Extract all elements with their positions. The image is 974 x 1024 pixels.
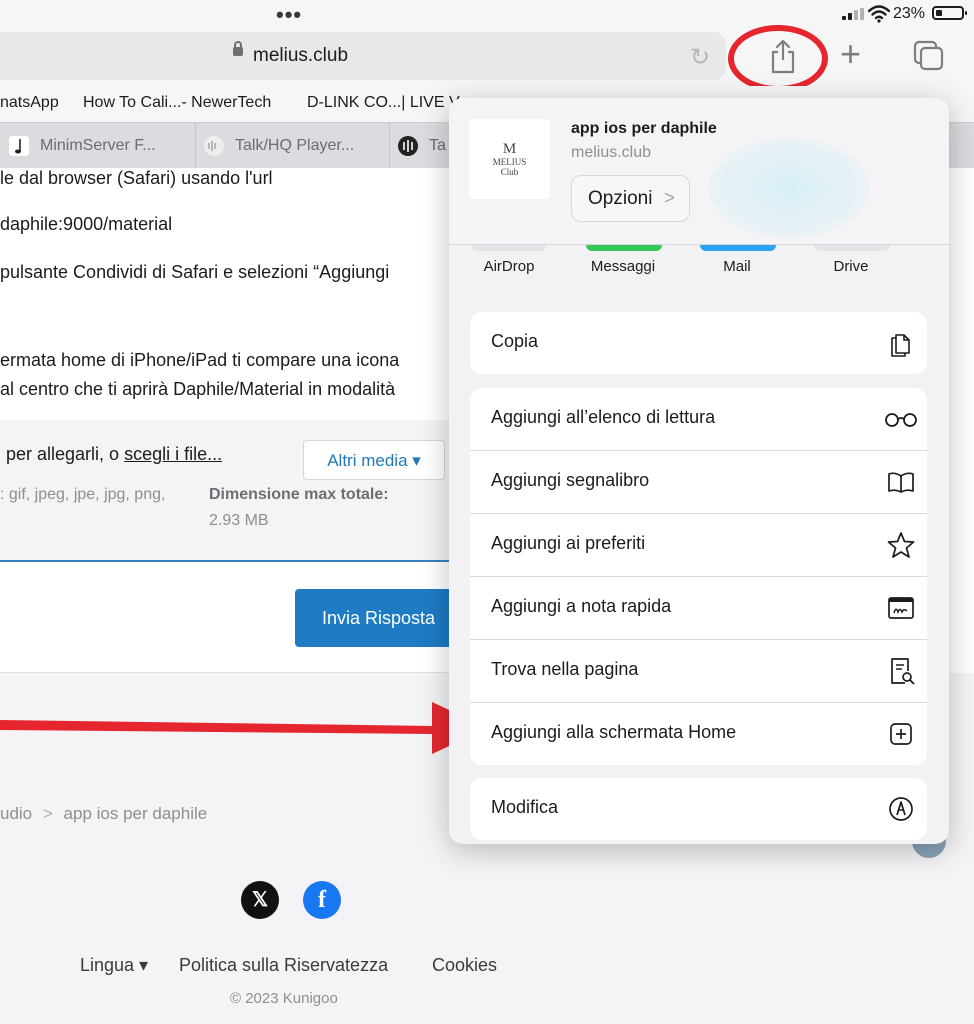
battery-icon xyxy=(932,6,967,20)
action-label: Aggiungi ai preferiti xyxy=(491,533,646,553)
share-app-label[interactable]: Drive xyxy=(801,258,901,275)
add-bookmark-action[interactable]: Aggiungi segnalibro xyxy=(470,451,927,514)
action-label: Aggiungi alla schermata Home xyxy=(491,722,737,742)
breadcrumb-parent[interactable]: udio xyxy=(0,804,32,823)
audio-icon xyxy=(204,136,224,156)
max-size-value: 2.93 MB xyxy=(209,512,269,529)
header-glow xyxy=(709,138,869,238)
add-favorites-action[interactable]: Aggiungi ai preferiti xyxy=(470,514,927,577)
tab-overview-icon[interactable] xyxy=(913,40,945,72)
browser-tab[interactable]: Talk/HQ Player... xyxy=(195,123,390,169)
action-label: Modifica xyxy=(491,797,559,817)
copy-action-group: Copia xyxy=(470,312,927,374)
breadcrumb: udio > app ios per daphile xyxy=(0,804,207,824)
share-sheet-header: M MELIUS Club app ios per daphile melius… xyxy=(449,98,949,244)
battery-level-fill xyxy=(936,10,942,16)
book-icon xyxy=(888,472,914,493)
share-highlight-circle xyxy=(728,25,828,92)
share-subtitle: melius.club xyxy=(571,144,652,161)
add-reading-list-action[interactable]: Aggiungi all’elenco di lettura xyxy=(470,388,927,451)
add-square-icon xyxy=(890,723,912,745)
reload-icon[interactable]: ↻ xyxy=(690,43,710,72)
choose-files-link[interactable]: scegli i file... xyxy=(124,444,222,464)
allowed-types: : gif, jpeg, jpe, jpg, png, xyxy=(0,486,166,503)
post-text-line: pulsante Condividi di Safari e selezioni… xyxy=(0,262,390,282)
drive-icon[interactable] xyxy=(814,245,890,251)
post-text-line: daphile:9000/material xyxy=(0,214,173,234)
action-label: Copia xyxy=(491,331,539,351)
red-pointer-arrow xyxy=(0,702,488,754)
copy-action[interactable]: Copia xyxy=(470,312,927,374)
add-to-home-screen-action[interactable]: Aggiungi alla schermata Home xyxy=(470,703,927,765)
quick-note-icon xyxy=(888,597,914,619)
find-in-page-icon xyxy=(891,658,915,685)
attachment-area: per allegarli, o scegli i file... Altri … xyxy=(0,420,460,562)
airdrop-icon[interactable] xyxy=(471,245,547,251)
submit-row: Invia Risposta xyxy=(0,562,460,673)
post-text-line: ermata home di iPhone/iPad ti compare un… xyxy=(0,350,400,370)
bookmark-item[interactable]: How To Cali...- NewerTech xyxy=(83,94,271,112)
more-media-button[interactable]: Altri media ▾ xyxy=(303,440,445,480)
glasses-icon xyxy=(885,413,917,427)
battery-percent: 23% xyxy=(893,5,926,22)
add-quick-note-action[interactable]: Aggiungi a nota rapida xyxy=(470,577,927,640)
options-button[interactable]: Opzioni > xyxy=(571,175,690,222)
share-app-label[interactable]: AirDrop xyxy=(459,258,559,275)
star-icon xyxy=(887,532,915,558)
status-bar: ••• 23% xyxy=(0,0,974,30)
tab-label: Ta xyxy=(429,137,446,154)
post-text-line: le dal browser (Safari) usando l'url xyxy=(0,168,273,188)
copy-icon xyxy=(891,334,910,357)
markup-icon xyxy=(889,797,913,821)
post-text-line: al centro che ti aprirà Daphile/Material… xyxy=(0,379,396,399)
mail-icon[interactable] xyxy=(700,245,776,251)
cookies-link[interactable]: Cookies xyxy=(432,955,497,976)
share-apps-row: AirDrop Messaggi Mail Drive xyxy=(449,244,949,287)
multitasking-dots[interactable]: ••• xyxy=(276,2,302,28)
max-size-label: Dimensione max totale: xyxy=(209,486,389,503)
thumbnail-logo-text: MELIUS Club xyxy=(492,157,527,177)
options-label: Opzioni xyxy=(588,188,653,209)
wifi-icon xyxy=(868,5,890,23)
lock-icon xyxy=(233,41,243,56)
action-label: Aggiungi all’elenco di lettura xyxy=(491,407,716,427)
language-selector[interactable]: Lingua ▾ xyxy=(80,955,148,976)
attachment-hint-text: per allegarli, o xyxy=(6,444,125,464)
chevron-right-icon: > xyxy=(663,188,675,209)
facebook-icon[interactable]: f xyxy=(303,881,341,919)
page-thumbnail: M MELIUS Club xyxy=(469,119,550,199)
share-sheet: M MELIUS Club app ios per daphile melius… xyxy=(449,98,949,844)
bookmark-item[interactable]: D-LINK CO...| LIVE V xyxy=(307,94,460,112)
share-app-label[interactable]: Mail xyxy=(687,258,787,275)
cellular-signal-icon xyxy=(842,8,864,20)
thumbnail-logo: M xyxy=(502,141,517,157)
action-label: Aggiungi a nota rapida xyxy=(491,596,672,616)
address-bar[interactable]: melius.club ↻ xyxy=(0,32,726,80)
main-action-group: Aggiungi all’elenco di lettura Aggiungi … xyxy=(470,388,927,765)
attachment-hint: per allegarli, o scegli i file... xyxy=(6,444,222,465)
find-in-page-action[interactable]: Trova nella pagina xyxy=(470,640,927,703)
address-url[interactable]: melius.club xyxy=(253,45,348,67)
music-note-icon xyxy=(9,136,29,156)
share-title: app ios per daphile xyxy=(571,120,717,137)
edit-action-group: Modifica xyxy=(470,778,927,840)
audio-icon xyxy=(398,136,418,156)
messages-icon[interactable] xyxy=(586,245,662,251)
copyright: © 2023 Kunigoo xyxy=(230,990,338,1007)
browser-tab[interactable]: MinimServer F... xyxy=(0,123,196,169)
action-label: Trova nella pagina xyxy=(491,659,639,679)
breadcrumb-current[interactable]: app ios per daphile xyxy=(64,804,208,823)
breadcrumb-separator: > xyxy=(42,804,53,823)
tab-label: Talk/HQ Player... xyxy=(235,137,355,154)
new-tab-plus-icon[interactable]: + xyxy=(840,36,861,72)
markup-action[interactable]: Modifica xyxy=(470,778,927,840)
send-reply-button[interactable]: Invia Risposta xyxy=(295,589,455,647)
privacy-link[interactable]: Politica sulla Riservatezza xyxy=(179,955,388,976)
action-label: Aggiungi segnalibro xyxy=(491,470,650,490)
share-app-label[interactable]: Messaggi xyxy=(573,258,673,275)
browser-toolbar: melius.club ↻ + xyxy=(0,25,974,92)
x-social-icon[interactable]: 𝕏 xyxy=(241,881,279,919)
bookmark-item[interactable]: natsApp xyxy=(0,94,59,112)
tab-label: MinimServer F... xyxy=(40,137,156,154)
